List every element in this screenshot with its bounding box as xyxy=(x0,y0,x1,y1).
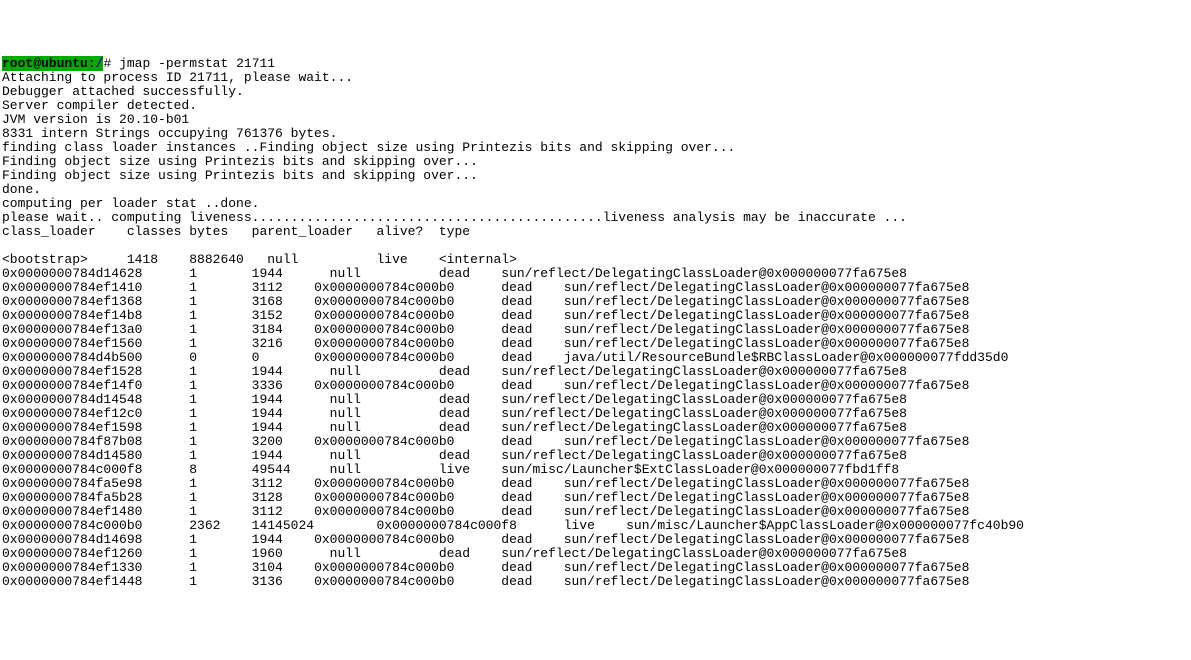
table-row: 0x0000000784ef1528 1 1944 null dead sun/… xyxy=(2,364,907,379)
table-row: 0x0000000784d4b500 0 0 0x0000000784c000b… xyxy=(2,350,1008,365)
prompt-sep: : xyxy=(88,56,96,71)
table-header: class_loader classes bytes parent_loader… xyxy=(2,224,470,239)
output-line: finding class loader instances ..Finding… xyxy=(2,140,735,155)
table-row: 0x0000000784ef1368 1 3168 0x0000000784c0… xyxy=(2,294,969,309)
output-line: done. xyxy=(2,182,41,197)
output-line: Attaching to process ID 21711, please wa… xyxy=(2,70,353,85)
table-row: 0x0000000784c000f8 8 49544 null live sun… xyxy=(2,462,899,477)
table-row: 0x0000000784ef1598 1 1944 null dead sun/… xyxy=(2,420,907,435)
table-row: 0x0000000784ef1330 1 3104 0x0000000784c0… xyxy=(2,560,969,575)
table-row: 0x0000000784d14628 1 1944 null dead sun/… xyxy=(2,266,907,281)
table-row: 0x0000000784ef13a0 1 3184 0x0000000784c0… xyxy=(2,322,969,337)
table-row: 0x0000000784d14548 1 1944 null dead sun/… xyxy=(2,392,907,407)
table-row: <bootstrap> 1418 8882640 null live <inte… xyxy=(2,252,517,267)
output-line: Finding object size using Printezis bits… xyxy=(2,168,478,183)
terminal-output: root@ubuntu:/# jmap -permstat 21711 Atta… xyxy=(0,56,1191,590)
table-row: 0x0000000784ef1260 1 1960 null dead sun/… xyxy=(2,546,907,561)
table-row: 0x0000000784d14698 1 1944 0x0000000784c0… xyxy=(2,532,969,547)
table-row: 0x0000000784fa5b28 1 3128 0x0000000784c0… xyxy=(2,490,969,505)
table-row: 0x0000000784ef14b8 1 3152 0x0000000784c0… xyxy=(2,308,969,323)
table-row: 0x0000000784d14580 1 1944 null dead sun/… xyxy=(2,448,907,463)
table-row: 0x0000000784f87b08 1 3200 0x0000000784c0… xyxy=(2,434,969,449)
table-row: 0x0000000784ef1410 1 3112 0x0000000784c0… xyxy=(2,280,969,295)
table-row: 0x0000000784c000b0 2362 14145024 0x00000… xyxy=(2,518,1024,533)
table-row: 0x0000000784fa5e98 1 3112 0x0000000784c0… xyxy=(2,476,969,491)
output-line: Finding object size using Printezis bits… xyxy=(2,154,478,169)
command-input[interactable]: jmap -permstat 21711 xyxy=(111,56,275,71)
output-line: 8331 intern Strings occupying 761376 byt… xyxy=(2,126,337,141)
prompt-user-host: root@ubuntu xyxy=(2,56,88,71)
output-line: JVM version is 20.10-b01 xyxy=(2,112,189,127)
table-row: 0x0000000784ef1480 1 3112 0x0000000784c0… xyxy=(2,504,969,519)
output-line: Debugger attached successfully. xyxy=(2,84,244,99)
table-row: 0x0000000784ef14f0 1 3336 0x0000000784c0… xyxy=(2,378,969,393)
output-line: computing per loader stat ..done. xyxy=(2,196,259,211)
table-row: 0x0000000784ef12c0 1 1944 null dead sun/… xyxy=(2,406,907,421)
output-line: Server compiler detected. xyxy=(2,98,197,113)
table-row: 0x0000000784ef1560 1 3216 0x0000000784c0… xyxy=(2,336,969,351)
output-line: please wait.. computing liveness........… xyxy=(2,210,907,225)
table-row: 0x0000000784ef1448 1 3136 0x0000000784c0… xyxy=(2,574,969,589)
